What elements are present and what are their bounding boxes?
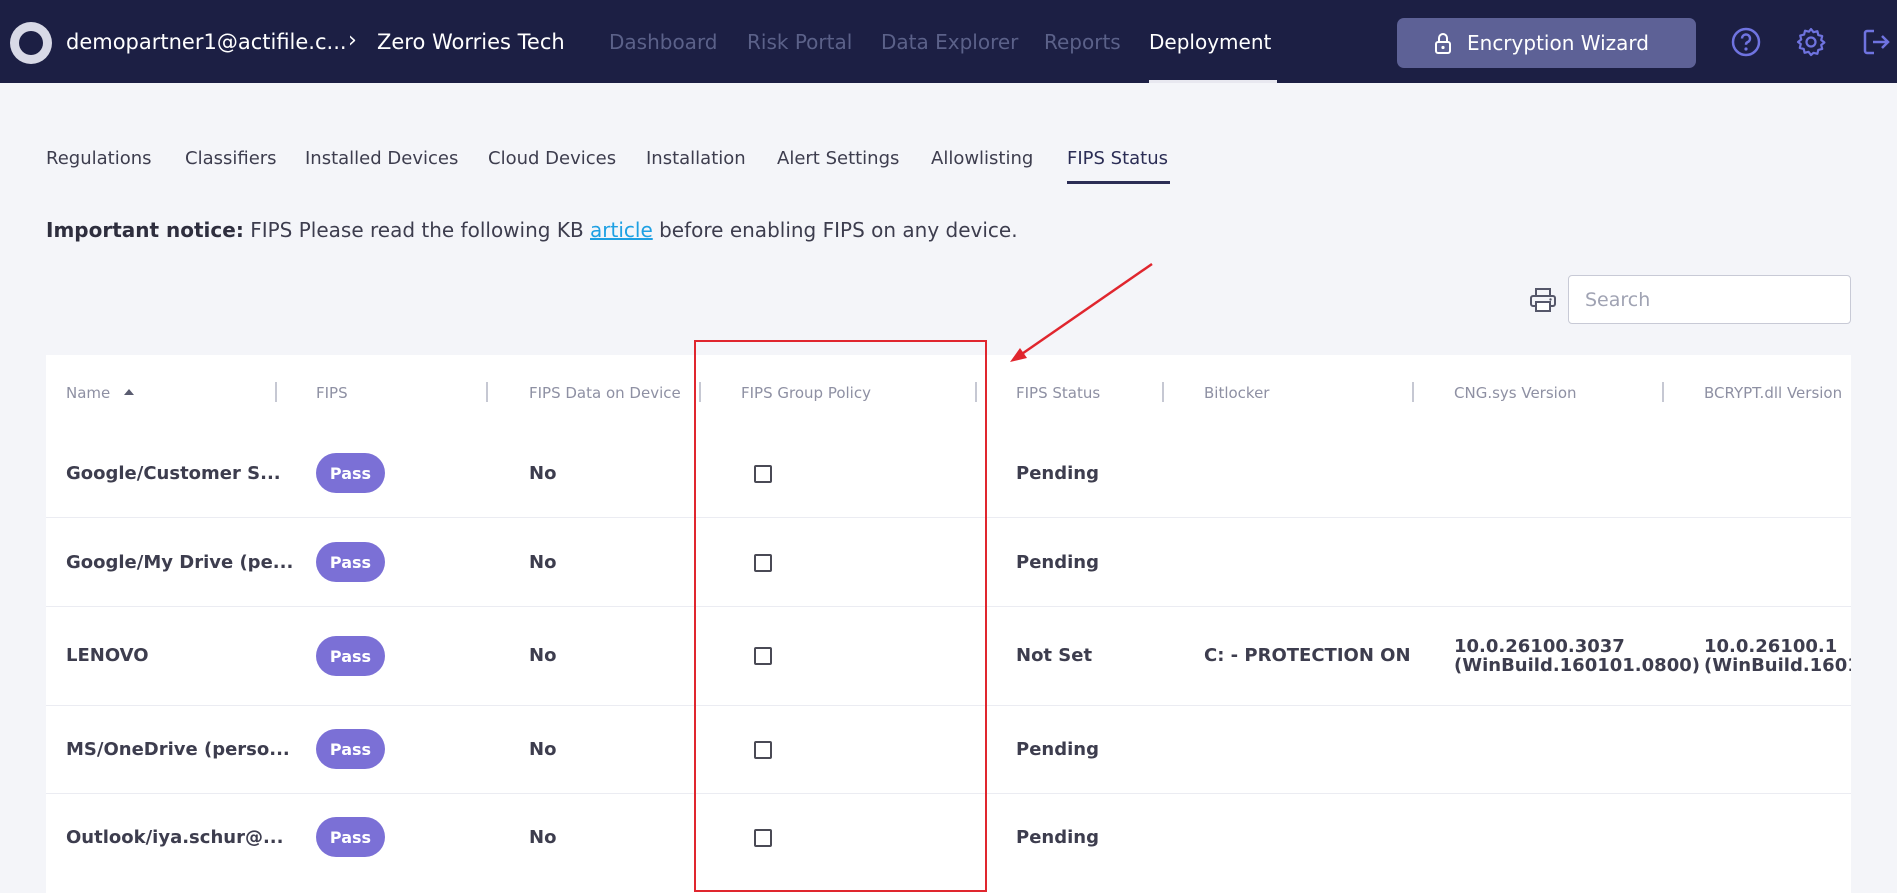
- cell-bitlocker: C: - PROTECTION ON: [1204, 645, 1411, 666]
- cell-data-on-device: No: [529, 739, 557, 760]
- tenant-selector[interactable]: Zero Worries Tech: [377, 30, 565, 54]
- notice-label: Important notice:: [46, 218, 244, 242]
- nav-dashboard[interactable]: Dashboard: [609, 30, 718, 54]
- top-nav-bar: demopartner1@actifile.c... › Zero Worrie…: [0, 0, 1897, 83]
- print-icon[interactable]: [1529, 287, 1557, 313]
- nav-deployment[interactable]: Deployment: [1149, 30, 1271, 54]
- cell-bcrypt-version: 10.0.26100.1 (WinBuild.160101: [1704, 636, 1851, 676]
- gear-icon[interactable]: [1795, 26, 1827, 58]
- tab-alert-settings[interactable]: Alert Settings: [777, 148, 899, 169]
- cell-name: LENOVO: [66, 645, 149, 666]
- cell-name: MS/OneDrive (perso...: [66, 739, 290, 760]
- cell-cng-version: 10.0.26100.3037 (WinBuild.160101.0800): [1454, 636, 1700, 676]
- fips-pass-badge: Pass: [316, 817, 385, 857]
- column-header-name[interactable]: Name: [66, 384, 110, 402]
- column-header-fips-status[interactable]: FIPS Status: [1016, 384, 1100, 402]
- tab-allowlisting[interactable]: Allowlisting: [931, 148, 1033, 169]
- tab-installed-devices[interactable]: Installed Devices: [305, 148, 458, 169]
- fips-pass-badge: Pass: [316, 542, 385, 582]
- cell-data-on-device: No: [529, 552, 557, 573]
- logout-icon[interactable]: [1860, 26, 1892, 58]
- cell-fips-status: Pending: [1016, 552, 1099, 573]
- cell-fips-status: Pending: [1016, 827, 1099, 848]
- cell-name: Google/Customer S...: [66, 463, 281, 484]
- encryption-wizard-label: Encryption Wizard: [1467, 31, 1649, 55]
- tab-installation[interactable]: Installation: [646, 148, 746, 169]
- fips-pass-badge: Pass: [316, 453, 385, 493]
- encryption-wizard-button[interactable]: Encryption Wizard: [1397, 18, 1696, 68]
- active-tab-indicator: [1067, 181, 1170, 184]
- cell-data-on-device: No: [529, 463, 557, 484]
- tab-cloud-devices[interactable]: Cloud Devices: [488, 148, 616, 169]
- tab-classifiers[interactable]: Classifiers: [185, 148, 277, 169]
- notice-text-before: FIPS Please read the following KB: [243, 218, 591, 242]
- nav-data-explorer[interactable]: Data Explorer: [881, 30, 1018, 54]
- cell-name: Outlook/iya.schur@...: [66, 827, 284, 848]
- column-resize-handle[interactable]: [486, 382, 488, 402]
- cell-data-on-device: No: [529, 827, 557, 848]
- column-resize-handle[interactable]: [1662, 382, 1664, 402]
- annotation-highlight-box: [694, 340, 987, 892]
- column-resize-handle[interactable]: [1162, 382, 1164, 402]
- chevron-right-icon: ›: [348, 28, 357, 53]
- cell-name: Google/My Drive (pe...: [66, 552, 294, 573]
- search-input[interactable]: [1568, 275, 1851, 324]
- column-header-cng-version[interactable]: CNG.sys Version: [1454, 384, 1577, 402]
- active-nav-indicator: [1149, 80, 1277, 83]
- column-header-bcrypt-version[interactable]: BCRYPT.dll Version: [1704, 384, 1842, 402]
- cell-fips-status: Not Set: [1016, 645, 1093, 666]
- cell-fips-status: Pending: [1016, 739, 1099, 760]
- nav-risk-portal[interactable]: Risk Portal: [747, 30, 852, 54]
- nav-reports[interactable]: Reports: [1044, 30, 1121, 54]
- kb-article-link[interactable]: article: [590, 218, 653, 242]
- column-header-fips-data-on-device[interactable]: FIPS Data on Device: [529, 384, 681, 402]
- fips-pass-badge: Pass: [316, 729, 385, 769]
- cell-fips-status: Pending: [1016, 463, 1099, 484]
- column-resize-handle[interactable]: [1412, 382, 1414, 402]
- fips-notice: Important notice: FIPS Please read the f…: [46, 218, 1018, 242]
- column-header-bitlocker[interactable]: Bitlocker: [1204, 384, 1269, 402]
- tab-regulations[interactable]: Regulations: [46, 148, 152, 169]
- sort-asc-icon[interactable]: [124, 389, 134, 395]
- logo-icon[interactable]: [10, 22, 52, 64]
- lock-icon: [1435, 33, 1451, 54]
- fips-pass-badge: Pass: [316, 636, 385, 676]
- cell-data-on-device: No: [529, 645, 557, 666]
- help-icon[interactable]: [1730, 26, 1762, 58]
- column-header-fips[interactable]: FIPS: [316, 384, 348, 402]
- tab-fips-status[interactable]: FIPS Status: [1067, 148, 1168, 169]
- account-selector[interactable]: demopartner1@actifile.c...: [66, 30, 347, 54]
- notice-text-after: before enabling FIPS on any device.: [652, 218, 1018, 242]
- column-resize-handle[interactable]: [275, 382, 277, 402]
- annotation-arrow-icon: [1010, 262, 1153, 362]
